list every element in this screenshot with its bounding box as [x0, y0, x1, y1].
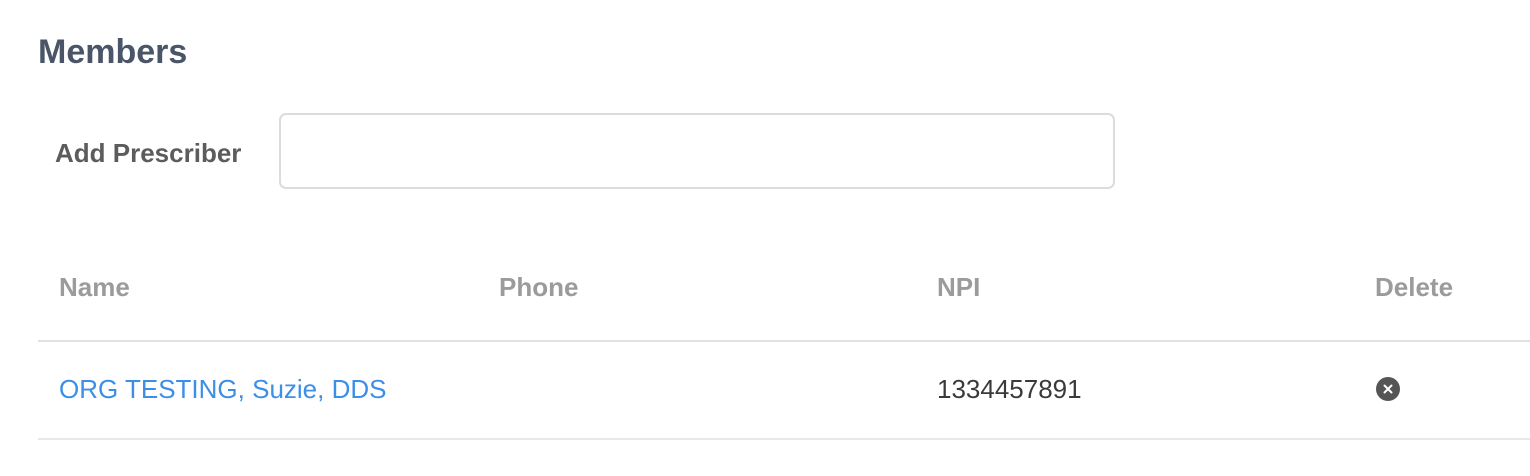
member-name-link[interactable]: ORG TESTING, Suzie, DDS — [59, 372, 386, 406]
column-header-name[interactable]: Name — [59, 270, 130, 304]
member-npi: 1334457891 — [937, 374, 1082, 404]
add-prescriber-label: Add Prescriber — [55, 138, 242, 168]
add-prescriber-input[interactable] — [279, 113, 1115, 189]
column-header-delete: Delete — [1375, 272, 1454, 302]
page-title: Members — [38, 33, 188, 71]
delete-member-button[interactable] — [1376, 377, 1400, 401]
close-circle-icon — [1383, 384, 1393, 394]
column-header-npi[interactable]: NPI — [937, 270, 980, 304]
table-row: ORG TESTING, Suzie, DDS 1334457891 — [38, 342, 1530, 440]
table-header: Name Phone NPI Delete — [38, 240, 1530, 342]
members-table: Name Phone NPI Delete ORG TESTING, Suzie… — [38, 240, 1530, 440]
column-header-phone[interactable]: Phone — [499, 270, 578, 304]
